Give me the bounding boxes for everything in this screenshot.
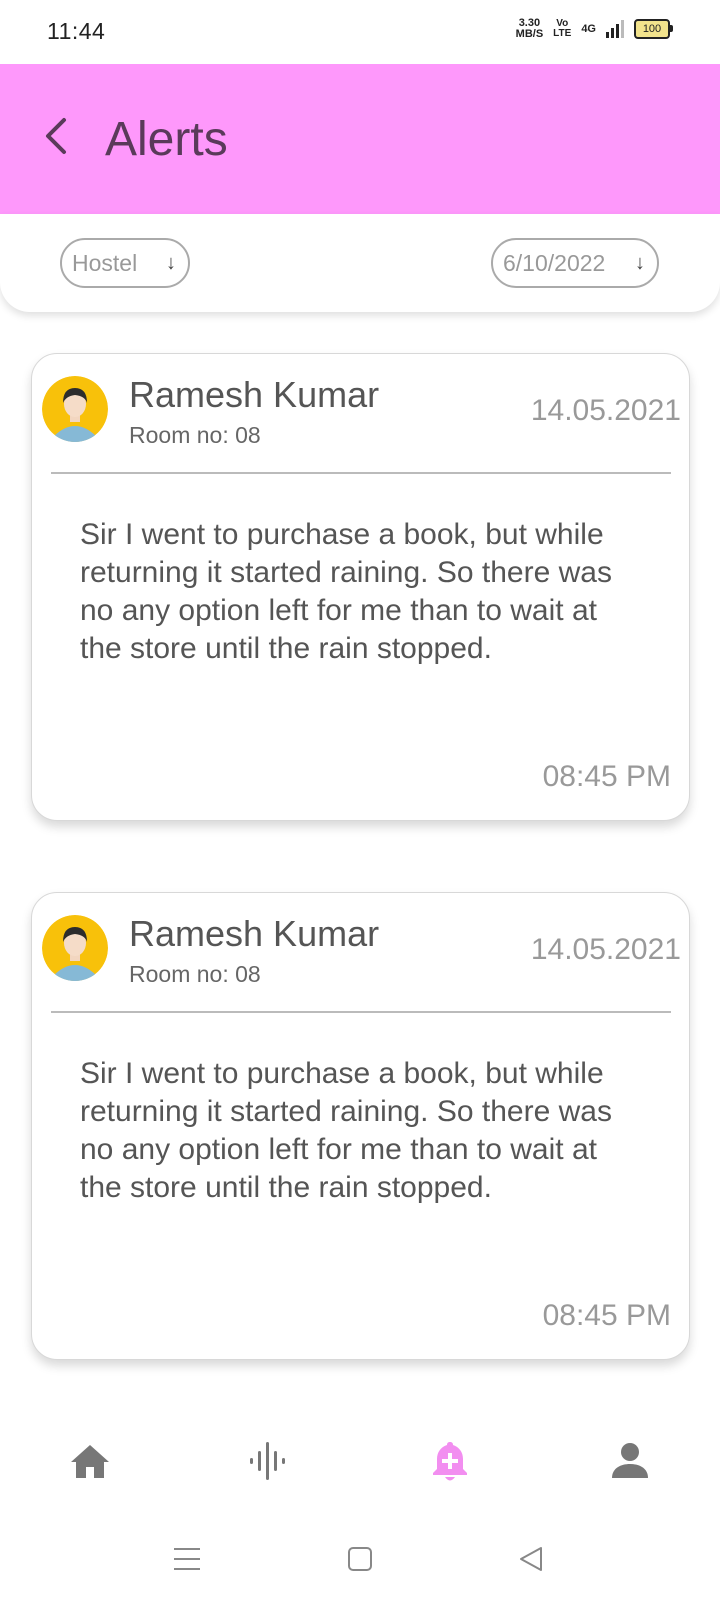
user-avatar-icon [42,376,108,442]
alert-date: 14.05.2021 [530,394,681,427]
avatar [42,376,108,442]
alert-room-number: Room no: 08 [129,961,261,987]
volte-bottom: LTE [553,28,572,39]
home-square-icon [348,1547,372,1571]
back-button[interactable] [36,114,80,158]
network-speed: 3.30 MB/S [516,18,544,40]
network-type: 4G [581,23,596,35]
page-title: Alerts [105,113,228,166]
battery-icon: 100 [634,19,673,39]
nav-home[interactable] [67,1438,113,1484]
system-home-button[interactable] [343,1542,377,1576]
alert-card[interactable]: Ramesh Kumar Room no: 08 14.05.2021 Sir … [31,892,690,1360]
home-icon [71,1445,109,1478]
arrow-down-icon: ↓ [635,251,645,274]
status-icons: 3.30 MB/S Vo LTE 4G 100 [516,18,673,40]
volte-indicator: Vo LTE [553,19,571,39]
alert-sender-name: Ramesh Kumar [129,913,380,954]
nav-voice[interactable] [247,1438,293,1484]
system-back-button[interactable] [515,1542,549,1576]
system-menu-button[interactable] [170,1542,204,1576]
date-dropdown-label: 6/10/2022 [503,249,606,276]
bell-plus-icon [433,1442,467,1481]
nav-alerts[interactable] [427,1438,473,1484]
alert-sender-name: Ramesh Kumar [129,374,380,415]
alert-message: Sir I went to purchase a book, but while… [80,518,612,665]
date-dropdown[interactable]: 6/10/2022 ↓ [491,238,659,288]
divider [51,1011,671,1013]
chevron-left-icon [46,118,66,154]
hostel-dropdown-label: Hostel [72,249,138,276]
arrow-down-icon: ↓ [166,251,176,274]
system-navigation [0,1520,720,1600]
battery-level: 100 [642,23,662,35]
alert-time: 08:45 PM [542,760,671,793]
status-bar: 11:44 3.30 MB/S Vo LTE 4G 100 [0,0,720,64]
divider [51,472,671,474]
user-avatar-icon [42,915,108,981]
alert-message: Sir I went to purchase a book, but while… [80,1057,612,1204]
hostel-dropdown[interactable]: Hostel ↓ [60,238,190,288]
menu-icon [174,1548,200,1570]
back-triangle-icon [520,1547,542,1571]
app-header: Alerts [0,64,720,214]
alert-date: 14.05.2021 [530,933,681,966]
network-speed-unit: MB/S [515,28,544,40]
alert-card[interactable]: Ramesh Kumar Room no: 08 14.05.2021 Sir … [31,353,690,821]
signal-icon [606,20,624,38]
status-time: 11:44 [47,18,106,44]
bottom-navigation [0,1400,720,1520]
alert-time: 08:45 PM [542,1299,671,1332]
person-icon [612,1443,648,1478]
filter-bar: Hostel ↓ 6/10/2022 ↓ [0,214,720,312]
alert-room-number: Room no: 08 [129,422,261,448]
avatar [42,915,108,981]
voice-wave-icon [250,1442,285,1480]
nav-profile[interactable] [607,1438,653,1484]
